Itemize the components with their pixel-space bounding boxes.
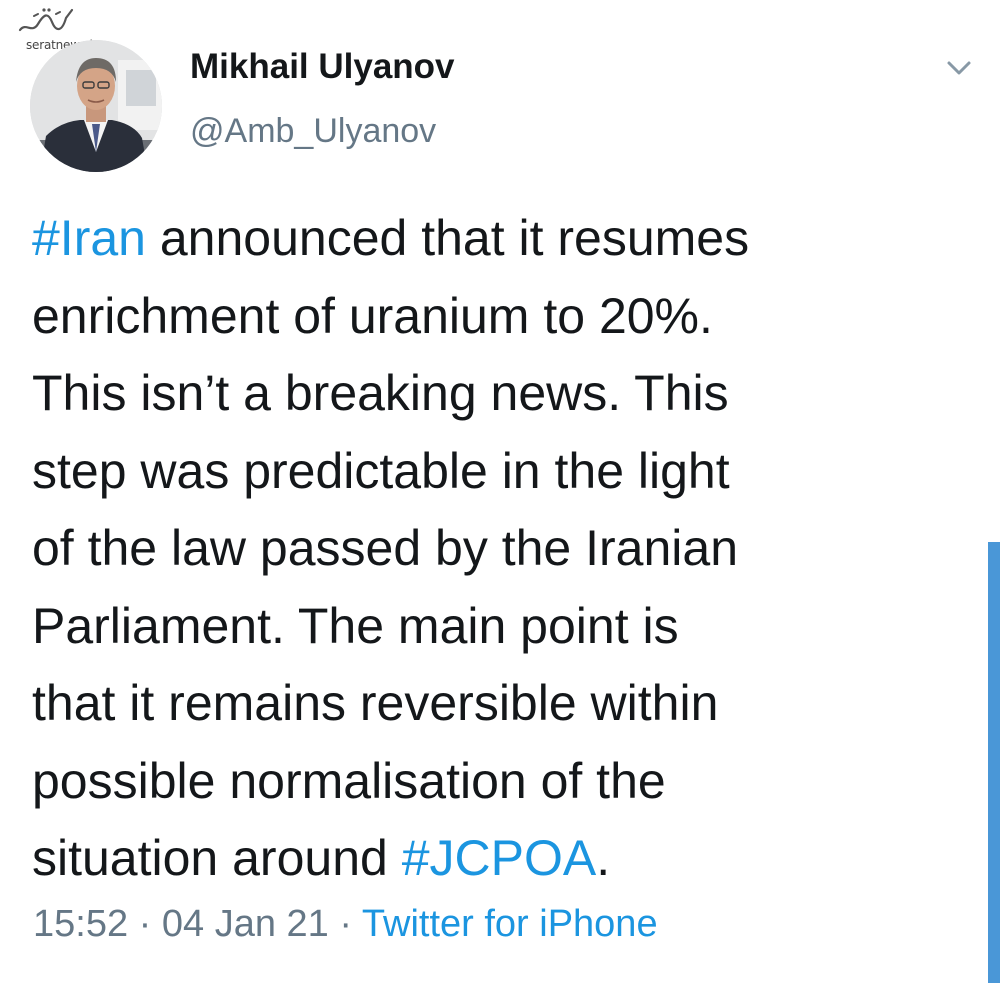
tweet-line: that it remains reversible within [32, 665, 942, 743]
tweet-text-segment: situation around [32, 830, 402, 886]
author-handle[interactable]: @Amb_Ulyanov [190, 112, 436, 151]
tweet-metadata: 15:52 · 04 Jan 21 · Twitter for iPhone [33, 903, 658, 946]
chevron-down-icon[interactable] [940, 52, 978, 84]
author-display-name[interactable]: Mikhail Ulyanov [190, 47, 455, 87]
tweet-text-segment: announced that it resumes [145, 210, 750, 266]
meta-separator: · [128, 903, 162, 945]
tweet-text-segment: that it remains reversible within [32, 675, 719, 731]
tweet-text-segment: possible normalisation of the [32, 752, 666, 809]
tweet-text: #Iran announced that it resumes enrichmen… [32, 200, 942, 898]
tweet-line: #Iran announced that it resumes [32, 200, 942, 278]
tweet-line: of the law passed by the Iranian [32, 510, 942, 588]
avatar[interactable] [30, 40, 162, 172]
tweet-line: enrichment of uranium to 20%. [32, 278, 942, 356]
scrollbar[interactable] [988, 542, 1000, 983]
tweet-text-segment: step was predictable in the light [32, 442, 730, 499]
watermark-script-icon [18, 8, 74, 32]
tweet-line: situation around #JCPOA. [32, 820, 942, 898]
tweet-text-segment: of the law passed by the Iranian [32, 520, 739, 576]
meta-separator: · [328, 903, 362, 945]
tweet-line: This isn’t a breaking news. This [32, 355, 942, 433]
tweet-line: Parliament. The main point is [32, 588, 942, 666]
tweet-date[interactable]: 04 Jan 21 [162, 903, 329, 945]
tweet-source-link[interactable]: Twitter for iPhone [362, 903, 658, 945]
hashtag-link[interactable]: #Iran [32, 210, 146, 266]
tweet-text-segment: enrichment of uranium to 20%. [32, 287, 713, 344]
tweet-line: step was predictable in the light [32, 433, 942, 511]
tweet-text-segment: Parliament. The main point is [32, 597, 679, 654]
hashtag-link[interactable]: #JCPOA [402, 830, 597, 886]
tweet-time[interactable]: 15:52 [33, 903, 128, 945]
tweet-line: possible normalisation of the [32, 743, 942, 821]
avatar-photo [30, 40, 162, 172]
tweet-text-segment: This isn’t a breaking news. This [32, 365, 729, 421]
tweet-text-segment: . [596, 830, 611, 886]
